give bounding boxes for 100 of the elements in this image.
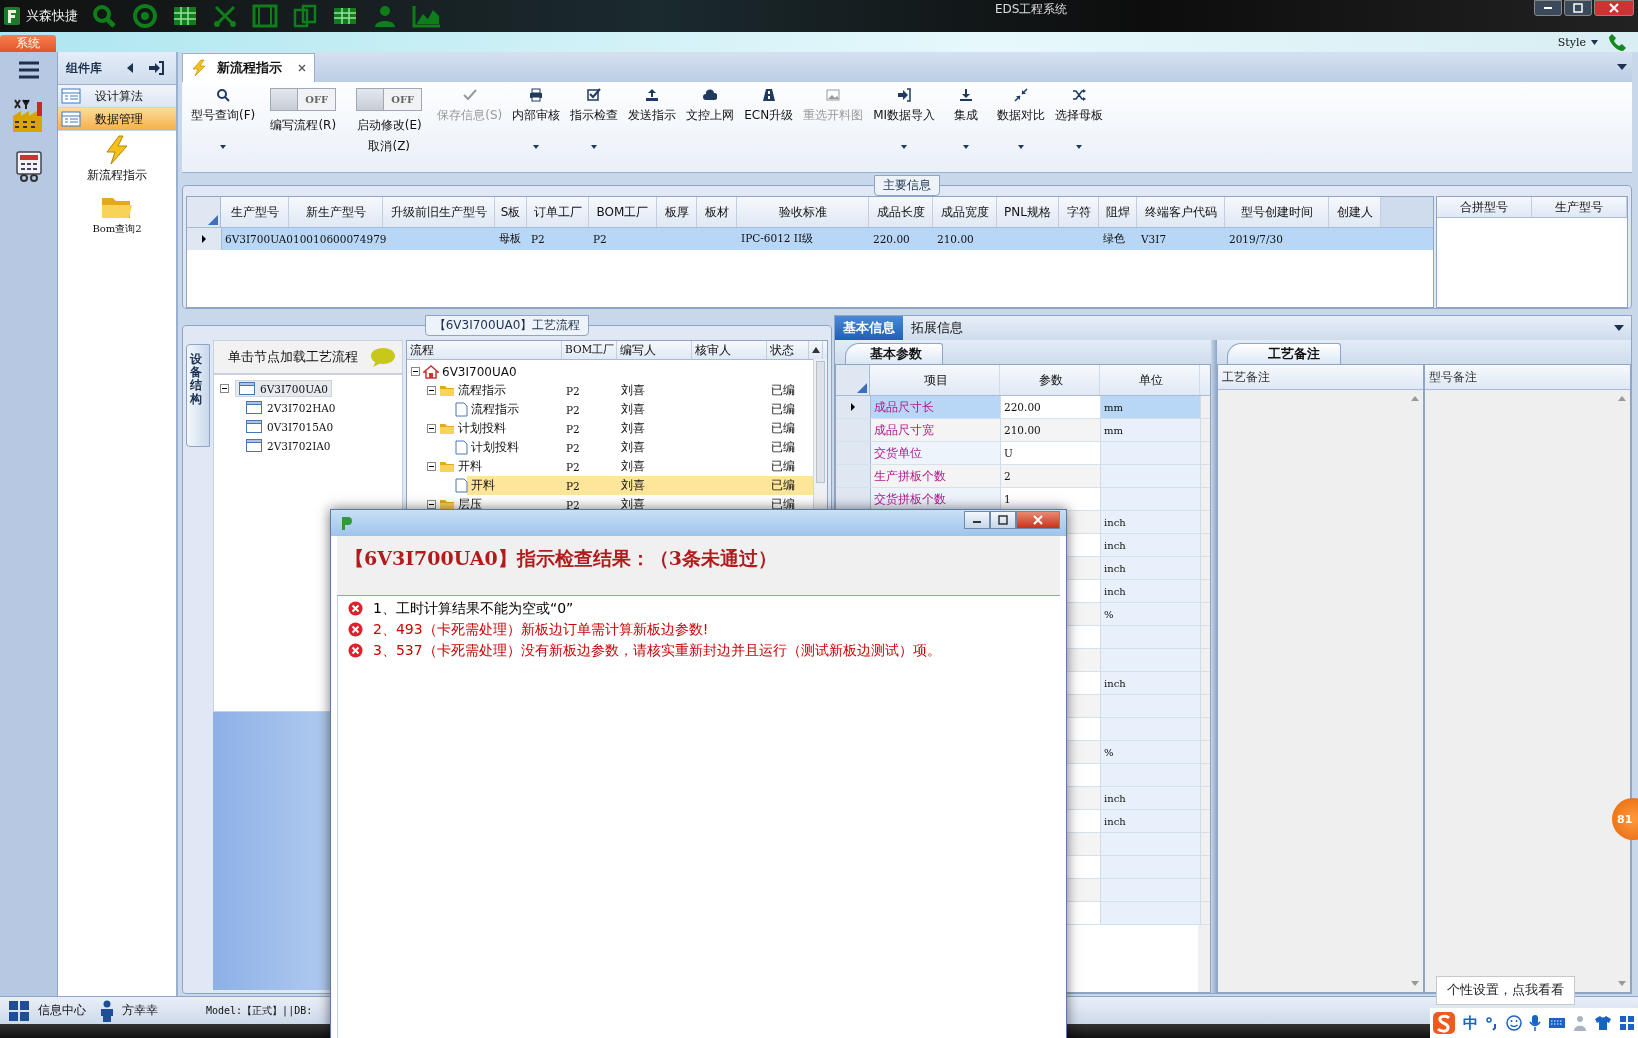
column-header[interactable]: 状态	[767, 341, 809, 359]
toolbar-button[interactable]: 选择母板	[1050, 88, 1109, 151]
table-row[interactable]: 6V3I700UA010010600074979 母板 P2 P2 IPC-6012 II级 220.00 210.00 绿色 V3I7 2019/7/30	[187, 228, 1433, 250]
tooltip[interactable]: 个性设置，点我看看	[1436, 976, 1575, 1005]
tree-item[interactable]: 6V3I700UA0	[235, 380, 332, 397]
copy-icon[interactable]	[292, 4, 318, 28]
column-header[interactable]: 成品长度	[869, 197, 933, 227]
toolbar-button[interactable]: 指示检查	[565, 88, 624, 151]
document-tab[interactable]: 新流程指示	[182, 53, 315, 82]
column-header[interactable]: 参数	[1000, 365, 1100, 395]
scissors-icon[interactable]	[212, 4, 238, 28]
tree-row[interactable]: 计划投料 P2 刘喜 已编	[407, 438, 813, 457]
column-header[interactable]: 项目	[870, 365, 1000, 395]
toggle-switch[interactable]: OFF	[270, 88, 337, 111]
status-text[interactable]: 信息中心	[38, 1002, 86, 1019]
toolbar-button[interactable]: MI数据导入	[868, 88, 941, 151]
tab[interactable]: 基本参数	[845, 343, 943, 364]
toolbar-button[interactable]: ECN升级	[739, 88, 799, 151]
film-icon[interactable]	[252, 4, 278, 28]
tab[interactable]: 工艺备注	[1227, 343, 1341, 364]
menu-icon[interactable]	[16, 60, 41, 80]
tree-row[interactable]: 6V3I700UA0	[407, 362, 813, 381]
grid-icon[interactable]	[172, 4, 198, 28]
table-row[interactable]: 交货单位 U	[836, 442, 1210, 465]
toggle-switch[interactable]: OFF	[356, 88, 423, 111]
column-header[interactable]: 生产型号	[1532, 197, 1627, 217]
maximize-button[interactable]	[1564, 0, 1592, 16]
column-header[interactable]: 板厚	[657, 197, 697, 227]
column-header[interactable]: 工艺备注	[1218, 365, 1423, 390]
collapse-icon[interactable]	[220, 384, 229, 393]
maximize-button[interactable]	[990, 510, 1016, 529]
calculator-icon[interactable]	[14, 150, 43, 182]
column-header[interactable]: 终端客户代码	[1137, 197, 1225, 227]
tree-item[interactable]: 2V3I702HA0	[242, 399, 340, 416]
chart-icon[interactable]	[412, 4, 442, 28]
column-header[interactable]: PNL规格	[997, 197, 1059, 227]
ime-mode[interactable]: 中	[1463, 1013, 1478, 1033]
collapse-icon[interactable]	[411, 367, 420, 376]
smiley-icon[interactable]	[1506, 1015, 1522, 1031]
shirt-icon[interactable]	[1594, 1015, 1612, 1031]
column-header[interactable]: 板材	[697, 197, 737, 227]
tree-row[interactable]: 流程指示 P2 刘喜 已编	[407, 381, 813, 400]
column-header[interactable]: 新生产型号	[289, 197, 383, 227]
table-row[interactable]: 交货拼板个数 1	[836, 488, 1210, 511]
search-icon[interactable]	[92, 4, 118, 28]
tree-row[interactable]: 计划投料 P2 刘喜 已编	[407, 419, 813, 438]
nav-item[interactable]: 数据管理	[58, 108, 176, 131]
tree-item[interactable]: 0V3I7015A0	[242, 418, 338, 435]
side-tab[interactable]: 设备结构	[186, 344, 210, 447]
column-header[interactable]: 成品宽度	[933, 197, 997, 227]
tree-row[interactable]: 开料 P2 刘喜 已编	[407, 457, 813, 476]
column-header[interactable]: 合拼型号	[1437, 197, 1532, 217]
column-header[interactable]: BOM工厂	[562, 341, 617, 359]
column-header[interactable]: 型号创建时间	[1225, 197, 1329, 227]
nav-item[interactable]: 设计算法	[58, 85, 176, 108]
person-icon[interactable]	[372, 4, 398, 28]
keyboard-icon[interactable]	[1548, 1016, 1566, 1030]
toolbar-button[interactable]: 文控上网	[681, 88, 740, 151]
scroll-up-icon[interactable]	[811, 347, 820, 353]
module-button[interactable]: 新流程指示	[87, 135, 147, 184]
column-header[interactable]: 升级前旧生产型号	[383, 197, 495, 227]
collapse-icon[interactable]	[126, 62, 134, 74]
table-row[interactable]: 成品尺寸宽 210.00 mm	[836, 419, 1210, 442]
column-header[interactable]: 编写人	[617, 341, 692, 359]
toolbar-button[interactable]: 型号查询(F)	[186, 88, 261, 151]
toolbar-button[interactable]: 发送指示	[623, 88, 682, 151]
collapse-icon[interactable]	[427, 462, 436, 471]
toolbar-button[interactable]: 数据对比	[992, 88, 1051, 151]
ime-logo-icon[interactable]	[1432, 1011, 1456, 1035]
collapse-icon[interactable]	[427, 386, 436, 395]
grid-icon[interactable]	[1619, 1015, 1635, 1031]
minimize-button[interactable]	[1534, 0, 1562, 16]
column-header[interactable]: BOM工厂	[589, 197, 657, 227]
toolbar-button[interactable]: 内部审核	[507, 88, 566, 151]
column-header[interactable]: 验收标准	[737, 197, 869, 227]
column-header[interactable]: 型号备注	[1425, 365, 1630, 390]
tree-row[interactable]: 流程指示 P2 刘喜 已编	[407, 400, 813, 419]
column-header[interactable]: 单位	[1100, 365, 1200, 395]
style-dropdown[interactable]: Style	[1557, 35, 1598, 49]
dropdown-icon[interactable]	[1613, 324, 1625, 332]
tab[interactable]: 拓展信息	[903, 316, 971, 340]
toolbar-button[interactable]: 集成	[940, 88, 993, 151]
column-header[interactable]: 核审人	[692, 341, 767, 359]
microphone-icon[interactable]	[1529, 1014, 1541, 1032]
column-header[interactable]: 订单工厂	[527, 197, 589, 227]
collapse-icon[interactable]	[427, 424, 436, 433]
close-button[interactable]	[1594, 0, 1634, 16]
punctuation-icon[interactable]	[1485, 1015, 1499, 1031]
dropdown-icon[interactable]	[1616, 63, 1628, 71]
column-header[interactable]: 生产型号	[221, 197, 289, 227]
column-header[interactable]: 字符	[1059, 197, 1099, 227]
minimize-button[interactable]	[964, 510, 990, 529]
tree-item[interactable]: 2V3I702IA0	[242, 437, 335, 454]
close-icon[interactable]	[298, 64, 306, 72]
collapse-icon[interactable]	[427, 500, 436, 509]
column-header[interactable]: 阻焊	[1099, 197, 1137, 227]
column-header[interactable]: S板	[495, 197, 527, 227]
grid-icon[interactable]	[8, 999, 30, 1022]
tab[interactable]: 基本信息	[835, 316, 903, 340]
column-header[interactable]: 流程	[407, 341, 562, 359]
